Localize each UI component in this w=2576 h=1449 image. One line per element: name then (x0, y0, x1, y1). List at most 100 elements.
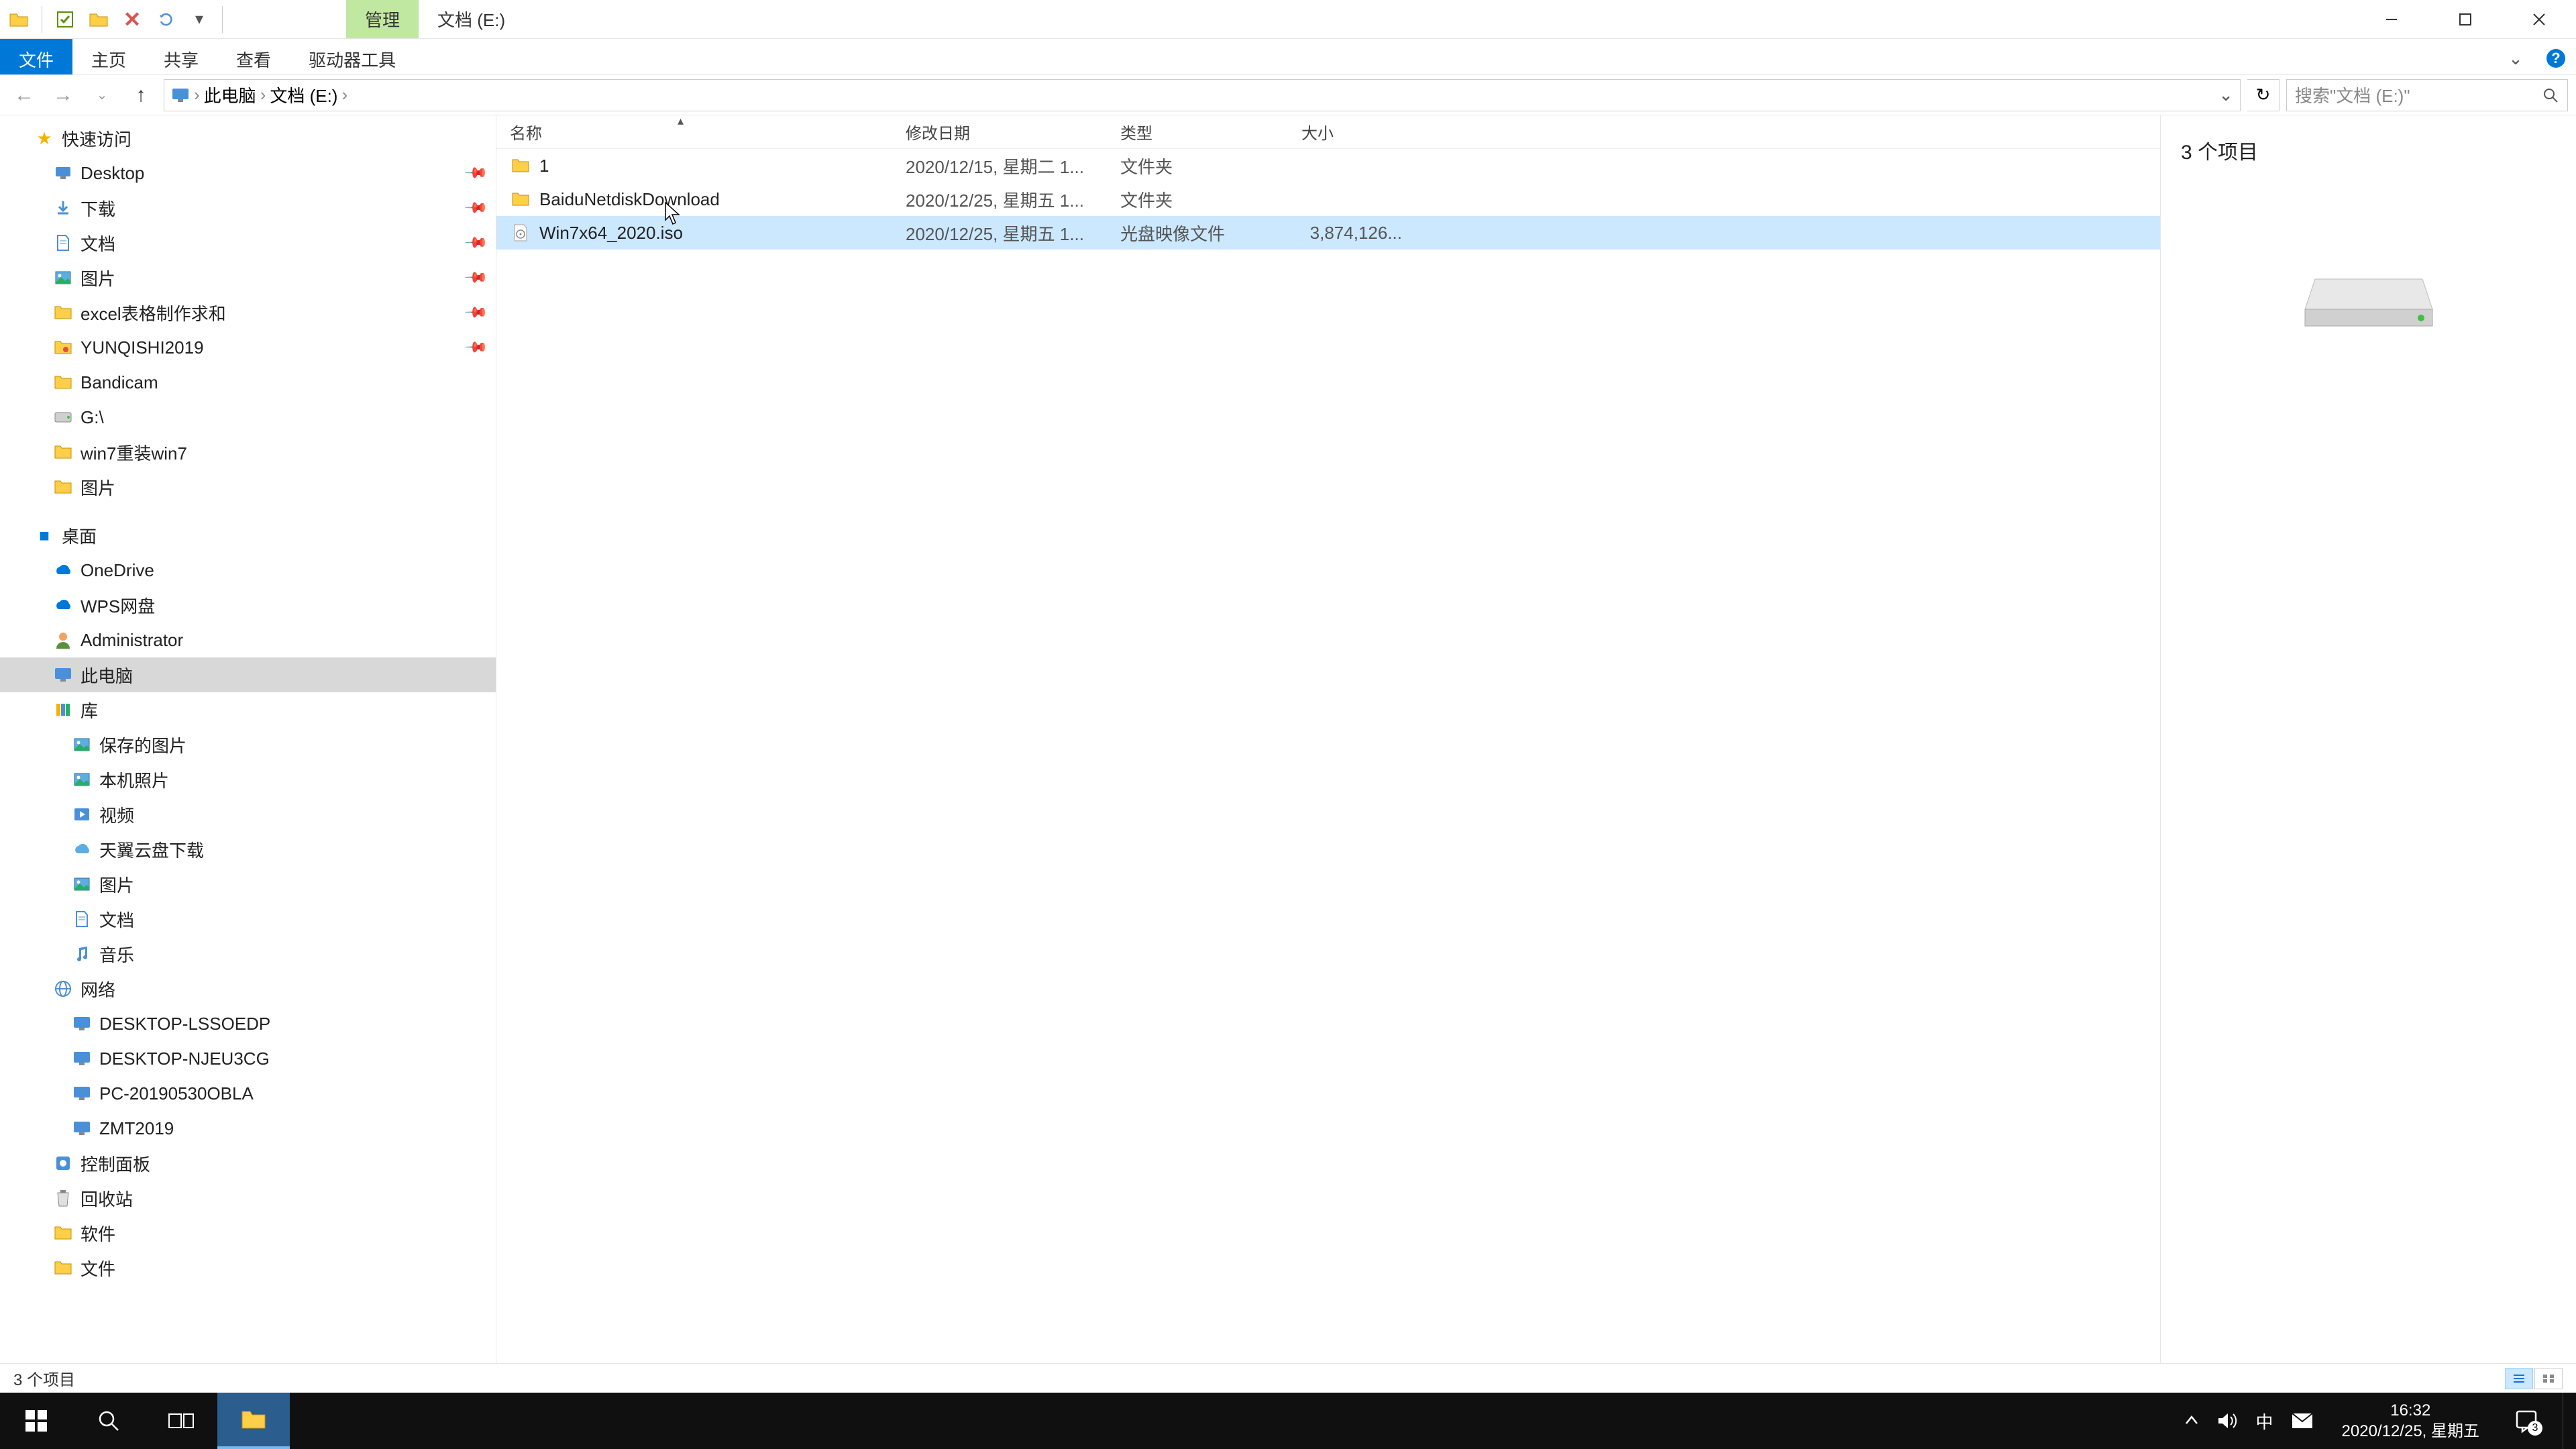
back-button[interactable]: ← (8, 79, 40, 111)
tree-item[interactable]: G:\ (0, 400, 496, 435)
tree-item[interactable]: 图片 (0, 470, 496, 504)
tree-item[interactable]: 文档 (0, 902, 496, 936)
recent-dropdown-icon[interactable]: ⌄ (86, 79, 118, 111)
refresh-button[interactable]: ↻ (2247, 79, 2279, 111)
tree-item[interactable]: PC-20190530OBLA (0, 1076, 496, 1111)
title-tabs: 管理 文档 (E:) (346, 0, 524, 38)
tree-network[interactable]: 网络 (0, 971, 496, 1006)
column-name[interactable]: 名称 (496, 120, 892, 144)
tree-item[interactable]: OneDrive (0, 553, 496, 588)
taskbar: 中 16:32 2020/12/25, 星期五 3 (0, 1393, 2576, 1449)
pc-icon (52, 664, 74, 686)
tree-item[interactable]: 文档📌 (0, 225, 496, 260)
file-row[interactable]: Win7x64_2020.iso2020/12/25, 星期五 1...光盘映像… (496, 216, 2160, 250)
ribbon-tab-share[interactable]: 共享 (145, 39, 217, 74)
forward-button[interactable]: → (47, 79, 79, 111)
tree-item[interactable]: 图片 (0, 867, 496, 902)
chevron-right-icon[interactable]: › (341, 85, 347, 105)
tree-item[interactable]: DESKTOP-LSSOEDP (0, 1006, 496, 1041)
tree-desktop[interactable]: ■ 桌面 (0, 518, 496, 553)
tree-software[interactable]: 软件 (0, 1216, 496, 1250)
maximize-button[interactable] (2428, 0, 2502, 39)
tree-item[interactable]: 此电脑 (0, 657, 496, 692)
up-button[interactable]: ↑ (125, 79, 157, 111)
file-row[interactable]: BaiduNetdiskDownload2020/12/25, 星期五 1...… (496, 182, 2160, 216)
minimize-button[interactable] (2355, 0, 2428, 39)
navigation-pane[interactable]: ★ 快速访问 Desktop📌下载📌文档📌图片📌excel表格制作求和📌YUNQ… (0, 115, 496, 1363)
tree-item[interactable]: 音乐 (0, 936, 496, 971)
tree-quick-access[interactable]: ★ 快速访问 (0, 121, 496, 156)
contextual-tab-manage[interactable]: 管理 (346, 0, 419, 38)
file-row[interactable]: 12020/12/15, 星期二 1...文件夹 (496, 149, 2160, 182)
explorer-taskbar-button[interactable] (217, 1393, 290, 1449)
ribbon-tab-home[interactable]: 主页 (72, 39, 145, 74)
column-date[interactable]: 修改日期 (892, 120, 1107, 144)
view-icons-button[interactable] (2534, 1368, 2563, 1389)
network-icon (52, 978, 74, 1000)
notification-center-button[interactable]: 3 (2508, 1402, 2545, 1440)
tree-item[interactable]: YUNQISHI2019📌 (0, 330, 496, 365)
breadcrumb[interactable]: › 此电脑 › 文档 (E:) › ⌄ (164, 79, 2241, 111)
show-desktop-button[interactable] (2563, 1393, 2571, 1449)
help-icon[interactable]: ? (2536, 39, 2576, 78)
tree-item[interactable]: 保存的图片 (0, 727, 496, 762)
properties-icon[interactable] (52, 6, 78, 33)
search-input[interactable]: 搜索"文档 (E:)" (2286, 79, 2568, 111)
new-folder-icon[interactable] (85, 6, 112, 33)
folder-icon (52, 441, 74, 463)
volume-icon[interactable] (2217, 1411, 2239, 1430)
view-details-button[interactable] (2505, 1368, 2533, 1389)
close-button[interactable] (2502, 0, 2576, 39)
tree-item[interactable]: 库 (0, 692, 496, 727)
network-pc-icon (71, 1118, 93, 1139)
tree-item[interactable]: WPS网盘 (0, 588, 496, 623)
undo-icon[interactable] (152, 6, 179, 33)
start-button[interactable] (0, 1393, 72, 1449)
network-pc-icon (71, 1083, 93, 1104)
chevron-right-icon[interactable]: › (260, 85, 266, 105)
column-type[interactable]: 类型 (1107, 120, 1288, 144)
task-view-button[interactable] (145, 1393, 217, 1449)
tree-item[interactable]: Desktop📌 (0, 156, 496, 191)
desktop-icon: ■ (34, 525, 55, 546)
tree-item[interactable]: Bandicam (0, 365, 496, 400)
column-size[interactable]: 大小 (1288, 120, 1415, 144)
tray-overflow-icon[interactable] (2184, 1413, 2200, 1429)
view-toggle (2505, 1368, 2563, 1389)
pin-icon: 📌 (463, 300, 488, 325)
mail-icon[interactable] (2291, 1412, 2314, 1430)
tree-item[interactable]: 下载📌 (0, 191, 496, 225)
search-button[interactable] (72, 1393, 145, 1449)
tree-documents[interactable]: 文件 (0, 1250, 496, 1285)
tree-control-panel[interactable]: 控制面板 (0, 1146, 496, 1181)
pictures-icon (52, 267, 74, 288)
tree-item[interactable]: Administrator (0, 623, 496, 657)
tree-recycle-bin[interactable]: 回收站 (0, 1181, 496, 1216)
ribbon-tab-drive-tools[interactable]: 驱动器工具 (290, 39, 415, 74)
pictures-lib-icon (71, 873, 93, 895)
control-panel-icon (52, 1152, 74, 1174)
cloud-folder-icon (71, 839, 93, 860)
ime-indicator[interactable]: 中 (2256, 1409, 2273, 1434)
delete-icon[interactable]: ✕ (119, 6, 146, 33)
status-text: 3 个项目 (13, 1366, 75, 1390)
chevron-right-icon[interactable]: › (194, 85, 200, 105)
tree-item[interactable]: 本机照片 (0, 762, 496, 797)
file-rows[interactable]: 12020/12/15, 星期二 1...文件夹BaiduNetdiskDown… (496, 149, 2160, 1363)
ribbon-expand-icon[interactable]: ⌄ (2496, 39, 2536, 78)
tree-item[interactable]: 图片📌 (0, 260, 496, 295)
tree-item[interactable]: excel表格制作求和📌 (0, 295, 496, 330)
tree-item[interactable]: DESKTOP-NJEU3CG (0, 1041, 496, 1076)
crumb-this-pc[interactable]: 此电脑 (204, 83, 256, 107)
tree-item[interactable]: 天翼云盘下载 (0, 832, 496, 867)
tree-item[interactable]: 视频 (0, 797, 496, 832)
search-icon[interactable] (2542, 87, 2559, 104)
clock[interactable]: 16:32 2020/12/25, 星期五 (2331, 1400, 2490, 1442)
tree-item[interactable]: ZMT2019 (0, 1111, 496, 1146)
qat-dropdown-icon[interactable]: ▾ (186, 6, 213, 33)
ribbon-tab-file[interactable]: 文件 (0, 39, 72, 74)
crumb-current[interactable]: 文档 (E:) (270, 83, 337, 107)
address-dropdown-icon[interactable]: ⌄ (2218, 85, 2233, 105)
ribbon-tab-view[interactable]: 查看 (217, 39, 290, 74)
tree-item[interactable]: win7重装win7 (0, 435, 496, 470)
